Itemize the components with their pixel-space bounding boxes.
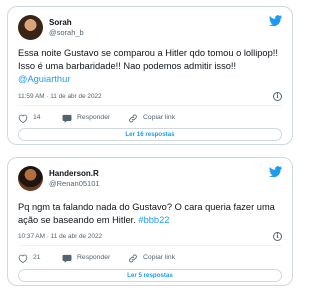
info-icon[interactable]: i xyxy=(273,232,282,241)
avatar[interactable] xyxy=(18,166,43,191)
author-name[interactable]: Handerson.R xyxy=(49,168,100,179)
hashtag-link[interactable]: #bbb22 xyxy=(138,215,169,225)
tweet-timestamp[interactable]: 10:37 AM · 11 de abr de 2022 i xyxy=(18,232,282,241)
tweet-card[interactable]: Sorah @sorah_b Essa noite Gustavo se com… xyxy=(7,6,293,145)
tweet-timestamp[interactable]: 11:59 AM · 11 de abr de 2022 i xyxy=(18,92,282,101)
reply-button[interactable]: Responder xyxy=(62,112,110,124)
twitter-bird-icon[interactable] xyxy=(269,166,282,177)
info-icon[interactable]: i xyxy=(273,92,282,101)
tweet-text: Pq ngm ta falando nada do Gustavo? O car… xyxy=(18,201,282,227)
like-button[interactable]: 14 xyxy=(18,112,41,124)
reply-icon xyxy=(62,254,72,263)
like-button[interactable]: 21 xyxy=(18,252,41,264)
tweet-feed: Sorah @sorah_b Essa noite Gustavo se com… xyxy=(0,0,300,294)
tweet-actions: 21 Responder Copiar link xyxy=(18,252,282,264)
read-replies-button[interactable]: Ler 5 respostas xyxy=(18,269,282,282)
divider xyxy=(18,245,282,246)
link-icon xyxy=(129,114,137,122)
author[interactable]: Handerson.R @Renan05101 xyxy=(49,168,100,189)
tweet-header: Handerson.R @Renan05101 xyxy=(18,166,282,192)
twitter-bird-icon[interactable] xyxy=(269,15,282,26)
tweet-text: Essa noite Gustavo se comparou a Hitler … xyxy=(18,47,282,86)
reply-label: Responder xyxy=(77,114,111,121)
like-count: 14 xyxy=(33,114,41,121)
read-replies-button[interactable]: Ler 16 respostas xyxy=(18,128,282,141)
reply-icon xyxy=(62,114,72,123)
timestamp-text[interactable]: 11:59 AM · 11 de abr de 2022 xyxy=(18,93,102,100)
author[interactable]: Sorah @sorah_b xyxy=(49,17,84,38)
tweet-header: Sorah @sorah_b xyxy=(18,15,282,41)
author-name[interactable]: Sorah xyxy=(49,17,84,28)
heart-icon xyxy=(18,254,28,263)
copy-link-button[interactable]: Copiar link xyxy=(128,112,175,124)
like-count: 21 xyxy=(33,254,41,261)
tweet-actions: 14 Responder Copiar link xyxy=(18,112,282,124)
copy-link-label: Copiar link xyxy=(143,254,176,261)
tweet-body: Essa noite Gustavo se comparou a Hitler … xyxy=(18,48,278,71)
mention-link[interactable]: @Aguiarthur xyxy=(18,74,70,84)
author-handle[interactable]: @Renan05101 xyxy=(49,179,100,189)
tweet-card[interactable]: Handerson.R @Renan05101 Pq ngm ta faland… xyxy=(7,157,293,286)
reply-button[interactable]: Responder xyxy=(62,252,110,264)
timestamp-text[interactable]: 10:37 AM · 11 de abr de 2022 xyxy=(18,233,102,240)
divider xyxy=(18,105,282,106)
copy-link-button[interactable]: Copiar link xyxy=(128,252,175,264)
author-handle[interactable]: @sorah_b xyxy=(49,28,84,38)
avatar[interactable] xyxy=(18,15,43,40)
link-icon xyxy=(129,254,137,262)
reply-label: Responder xyxy=(77,254,111,261)
heart-icon xyxy=(18,114,28,123)
copy-link-label: Copiar link xyxy=(143,114,176,121)
